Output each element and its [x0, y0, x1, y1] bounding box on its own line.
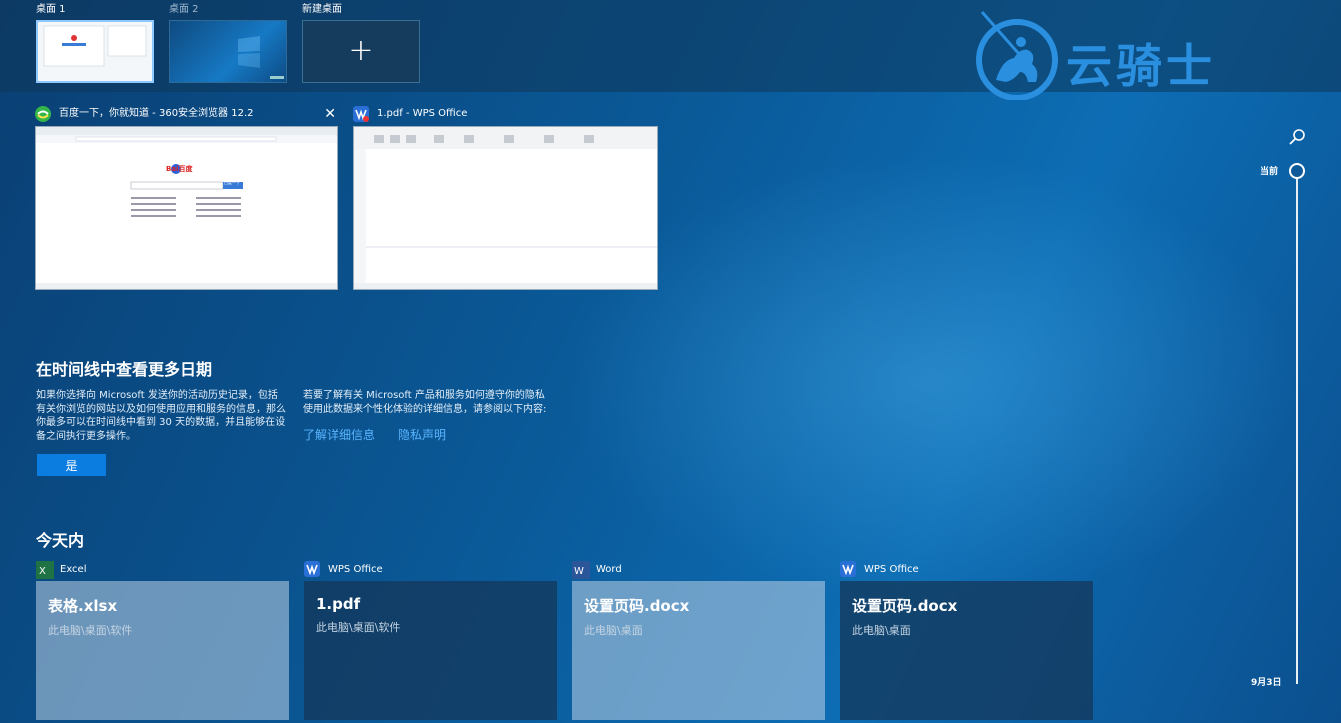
wps-preview [354, 127, 657, 289]
activity-app-name: Excel [60, 563, 87, 575]
activity-file-path: 此电脑\桌面\软件 [316, 621, 401, 634]
desktop-2-thumbnail[interactable] [169, 20, 287, 83]
desktop-2-preview [238, 36, 284, 79]
desktop-1-thumbnail[interactable] [36, 20, 154, 83]
today-heading: 今天内 [36, 531, 85, 550]
plus-icon[interactable]: + [303, 35, 419, 67]
excel-icon: X [36, 561, 54, 579]
desktop-2-label: 桌面 2 [169, 4, 199, 15]
window-title: 1.pdf - WPS Office [377, 108, 468, 119]
window-title-bar: 1.pdf - WPS Office [353, 104, 658, 124]
activity-card-body[interactable]: 表格.xlsx 此电脑\桌面\软件 [36, 581, 289, 720]
svg-text:W: W [574, 566, 584, 577]
activity-file-title: 设置页码.docx [584, 597, 690, 615]
activity-file-path: 此电脑\桌面 [852, 624, 911, 637]
activity-file-path: 此电脑\桌面\软件 [48, 624, 133, 637]
wps-pdf-icon [353, 106, 369, 122]
timeline-handle[interactable] [1289, 163, 1305, 179]
timeline-current-label: 当前 [1260, 167, 1279, 177]
svg-text:X: X [39, 566, 46, 577]
activity-app-header: X Excel [36, 559, 289, 579]
browser-window-thumbnail[interactable]: Bai百度 百度一下 [35, 126, 338, 290]
new-desktop-button[interactable]: + [302, 20, 420, 83]
desktop-2[interactable]: 桌面 2 [169, 4, 287, 83]
activity-file-title: 设置页码.docx [852, 597, 958, 615]
activity-app-header: WPS Office [840, 559, 1093, 579]
timeline-promo-body-right: 若要了解有关 Microsoft 产品和服务如何遵守你的隐私使用此数据来个性化体… [303, 390, 547, 415]
close-icon[interactable]: ✕ [324, 106, 336, 122]
timeline-track[interactable] [1296, 176, 1298, 684]
activity-app-header: WPS Office [304, 559, 557, 579]
brand-watermark: 云骑士 [974, 10, 1264, 105]
wps-window-thumbnail[interactable] [353, 126, 658, 290]
window-title: 百度一下，你就知道 - 360安全浏览器 12.2 [59, 108, 254, 119]
window-card-browser[interactable]: 百度一下，你就知道 - 360安全浏览器 12.2 ✕ Bai百度 百度一下 [35, 104, 338, 290]
activity-file-title: 表格.xlsx [48, 597, 118, 615]
activity-file-title: 1.pdf [316, 595, 361, 613]
privacy-statement-link[interactable]: 隐私声明 [398, 426, 446, 443]
timeline-promo-heading: 在时间线中查看更多日期 [36, 360, 213, 379]
new-desktop-label: 新建桌面 [302, 4, 342, 15]
desktop-1-label: 桌面 1 [36, 4, 66, 15]
activity-card-body[interactable]: 1.pdf 此电脑\桌面\软件 [304, 581, 557, 720]
activity-card-wps-pdf[interactable]: WPS Office 1.pdf 此电脑\桌面\软件 [304, 559, 557, 720]
timeline-date-label: 9月3日 [1251, 678, 1282, 688]
search-icon[interactable] [1287, 127, 1307, 147]
360-browser-icon [35, 106, 51, 122]
activity-card-wps-docx[interactable]: WPS Office 设置页码.docx 此电脑\桌面 [840, 559, 1093, 720]
yes-button[interactable]: 是 [37, 454, 106, 476]
activity-file-path: 此电脑\桌面 [584, 624, 643, 637]
wps-icon [840, 561, 856, 577]
knight-logo-icon [976, 11, 1058, 100]
activity-app-name: Word [596, 563, 622, 575]
learn-more-link[interactable]: 了解详细信息 [303, 426, 375, 443]
baidu-search-button-text: 百度一下 [224, 180, 240, 185]
wps-icon [304, 561, 320, 577]
new-desktop[interactable]: 新建桌面 + [302, 4, 420, 83]
timeline-promo-body-left: 如果你选择向 Microsoft 发送你的活动历史记录，包括有关你浏览的网站以及… [36, 390, 286, 442]
browser-preview [36, 127, 337, 289]
baidu-logo-text: Bai百度 [166, 165, 193, 173]
activity-app-name: WPS Office [864, 563, 919, 575]
desktop-1[interactable]: 桌面 1 [36, 4, 154, 83]
window-title-bar: 百度一下，你就知道 - 360安全浏览器 12.2 ✕ [35, 104, 338, 124]
activity-card-word[interactable]: W Word 设置页码.docx 此电脑\桌面 [572, 559, 825, 720]
brand-text: 云骑士 [1066, 39, 1216, 93]
window-card-wps[interactable]: 1.pdf - WPS Office [353, 104, 658, 290]
activity-app-name: WPS Office [328, 563, 383, 575]
activity-card-body[interactable]: 设置页码.docx 此电脑\桌面 [840, 581, 1093, 720]
activity-app-header: W Word [572, 559, 825, 579]
activity-card-excel[interactable]: X Excel 表格.xlsx 此电脑\桌面\软件 [36, 559, 289, 720]
desktop-1-preview [38, 22, 152, 81]
activity-card-body[interactable]: 设置页码.docx 此电脑\桌面 [572, 581, 825, 720]
word-icon: W [572, 561, 590, 579]
